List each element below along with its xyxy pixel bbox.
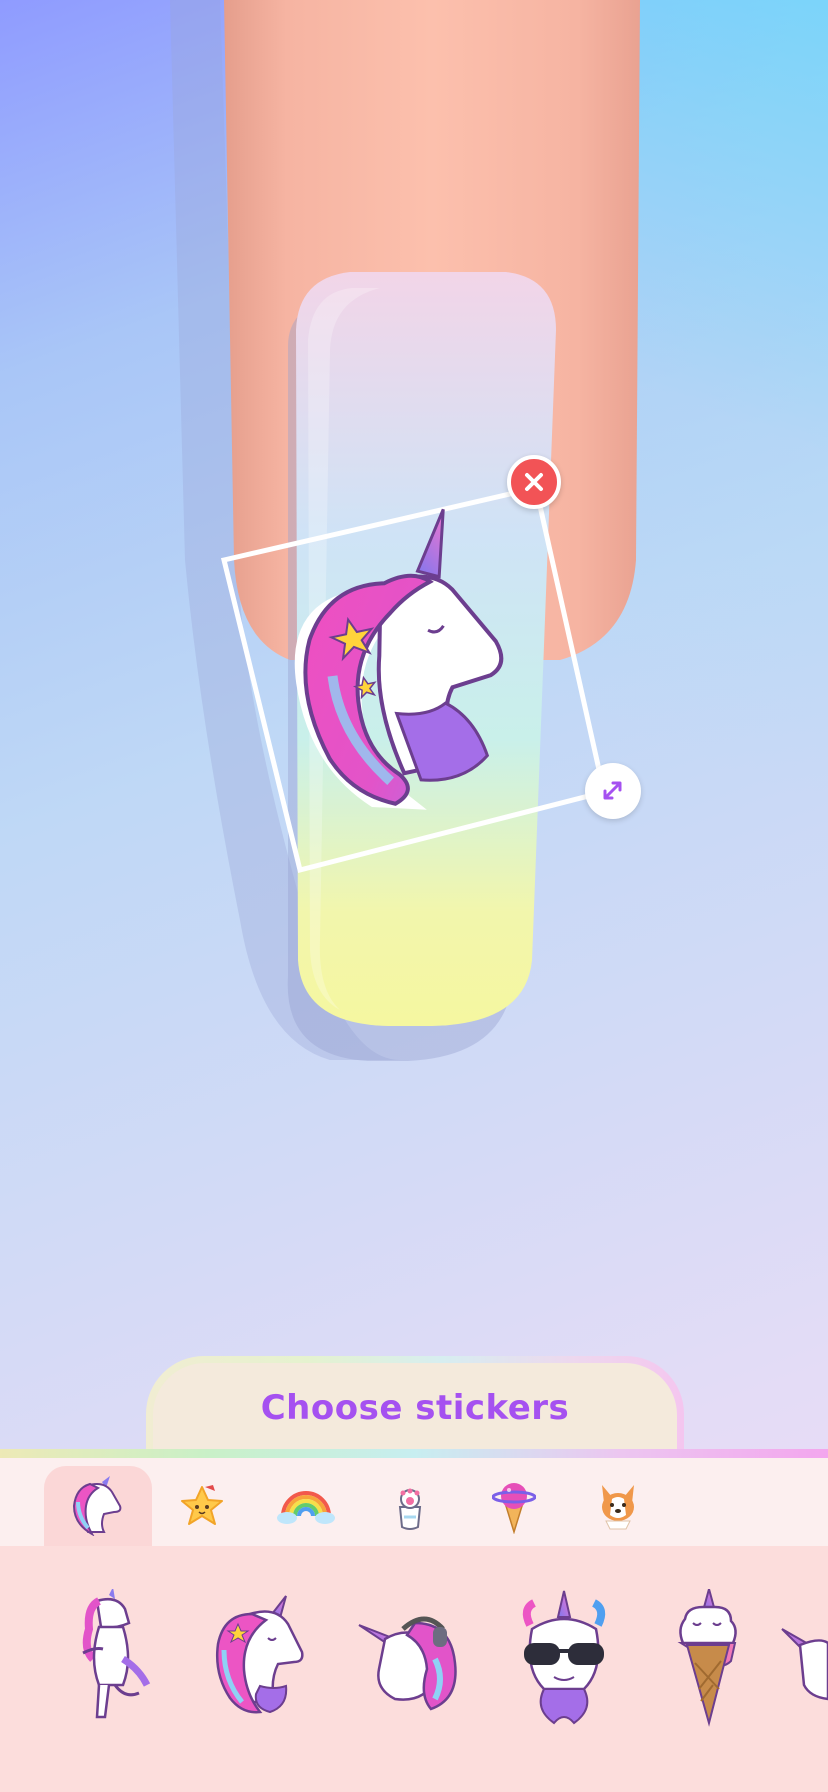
close-icon [525, 473, 543, 491]
unicorn-head-icon [216, 1595, 304, 1714]
category-tab-unicorn[interactable] [44, 1466, 152, 1546]
category-tab-corgi[interactable] [564, 1466, 672, 1546]
sticker-item-dancing-unicorn[interactable] [54, 1584, 174, 1734]
category-bar [0, 1458, 828, 1546]
sticker-item-unicorn-icecream[interactable] [648, 1584, 768, 1734]
dancing-unicorn-icon [82, 1589, 151, 1719]
unicorn-icecream-icon [677, 1589, 737, 1727]
category-tab-planet[interactable] [460, 1466, 568, 1546]
unicorn-partial-icon [781, 1628, 828, 1701]
rainbow-icon [277, 1491, 335, 1524]
panel-title: Choose stickers [260, 1387, 570, 1428]
sticker-list [0, 1546, 828, 1792]
category-tab-rainbow[interactable] [252, 1466, 360, 1546]
resize-arrows-icon [603, 781, 622, 800]
delete-sticker-button[interactable] [507, 455, 561, 509]
sticker-item-unicorn-sunglasses[interactable] [504, 1584, 624, 1734]
sticker-item-unicorn-headphones[interactable] [350, 1584, 470, 1734]
sticker-item-unicorn-head[interactable] [200, 1584, 320, 1734]
unicorn-headphones-icon [358, 1616, 457, 1711]
panel-divider [0, 1449, 828, 1458]
resize-sticker-button[interactable] [585, 763, 641, 819]
corgi-icon [602, 1485, 634, 1530]
category-tab-star[interactable] [148, 1466, 256, 1546]
paw-icon [398, 1488, 422, 1530]
unicorn-icon [72, 1476, 122, 1536]
unicorn-sunglasses-icon [522, 1590, 606, 1725]
category-tab-paw[interactable] [356, 1466, 464, 1546]
star-face-icon [181, 1485, 223, 1525]
planet-icecream-icon [492, 1483, 536, 1534]
sticker-item-partial[interactable] [780, 1584, 828, 1734]
